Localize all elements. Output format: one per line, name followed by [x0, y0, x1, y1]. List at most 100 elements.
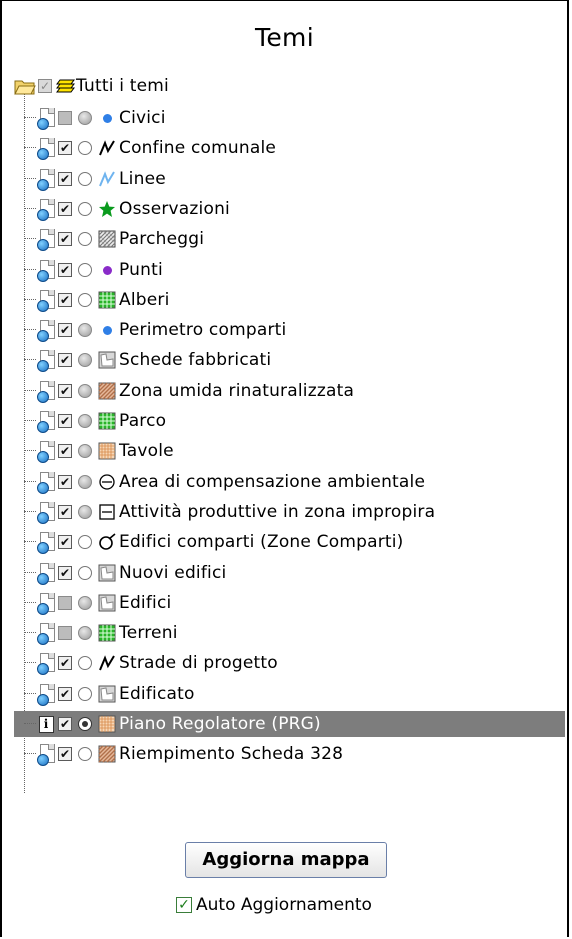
- layer-visibility-checkbox[interactable]: ✔: [58, 202, 72, 216]
- refresh-map-button[interactable]: Aggiorna mappa: [185, 842, 387, 878]
- layer-visibility-checkbox[interactable]: [58, 111, 72, 125]
- root-label[interactable]: Tutti i temi: [76, 76, 169, 96]
- folder-open-icon[interactable]: [14, 77, 36, 95]
- layer-visibility-checkbox[interactable]: ✔: [58, 566, 72, 580]
- doc-globe-icon[interactable]: [36, 137, 56, 160]
- active-layer-radio[interactable]: [78, 293, 92, 307]
- active-layer-radio[interactable]: [78, 656, 92, 670]
- layer-visibility-checkbox[interactable]: ✔: [58, 263, 72, 277]
- layer-visibility-checkbox[interactable]: ✔: [58, 232, 72, 246]
- layer-label[interactable]: Attività produttive in zona impropira: [119, 502, 435, 522]
- layer-visibility-checkbox[interactable]: ✔: [58, 505, 72, 519]
- layer-visibility-checkbox[interactable]: ✔: [58, 656, 72, 670]
- layer-row[interactable]: ✔ Punti: [14, 257, 567, 283]
- layer-label[interactable]: Edificato: [119, 684, 195, 704]
- layer-row[interactable]: ✔ Tavole: [14, 438, 567, 464]
- layer-row-selected[interactable]: i ✔ Piano Regolatore (PRG): [14, 711, 565, 737]
- layer-label[interactable]: Parco: [119, 411, 166, 431]
- doc-globe-icon[interactable]: [36, 471, 56, 494]
- doc-globe-icon[interactable]: [36, 289, 56, 312]
- layer-label[interactable]: Edifici: [119, 593, 171, 613]
- active-layer-radio[interactable]: [78, 626, 92, 640]
- layer-visibility-checkbox[interactable]: ✔: [58, 414, 72, 428]
- layer-visibility-checkbox[interactable]: ✔: [58, 444, 72, 458]
- layer-label[interactable]: Parcheggi: [119, 229, 204, 249]
- layer-label[interactable]: Schede fabbricati: [119, 350, 271, 370]
- layer-row[interactable]: ✔ Alberi: [14, 287, 567, 313]
- layer-row[interactable]: ✔ Edifici comparti (Zone Comparti): [14, 529, 567, 555]
- layer-row[interactable]: ✔ Attività produttive in zona impropira: [14, 499, 567, 525]
- layer-visibility-checkbox[interactable]: [58, 626, 72, 640]
- layer-row[interactable]: ✔ Area di compensazione ambientale: [14, 469, 567, 495]
- doc-globe-icon[interactable]: [36, 410, 56, 433]
- doc-globe-icon[interactable]: [36, 259, 56, 282]
- active-layer-radio[interactable]: [78, 596, 92, 610]
- layer-visibility-checkbox[interactable]: ✔: [58, 535, 72, 549]
- doc-globe-icon[interactable]: [36, 198, 56, 221]
- active-layer-radio[interactable]: [78, 747, 92, 761]
- active-layer-radio[interactable]: [78, 505, 92, 519]
- active-layer-radio[interactable]: [78, 535, 92, 549]
- layer-row[interactable]: ✔ Parcheggi: [14, 226, 567, 252]
- layer-row[interactable]: ✔ Osservazioni: [14, 196, 567, 222]
- layer-row[interactable]: Terreni: [14, 620, 567, 646]
- doc-globe-icon[interactable]: [36, 652, 56, 675]
- layer-label[interactable]: Piano Regolatore (PRG): [119, 714, 321, 734]
- tree-root-row[interactable]: ✓ Tutti i temi: [14, 74, 169, 98]
- auto-refresh-option[interactable]: ✓ Auto Aggiornamento: [176, 895, 372, 915]
- doc-globe-icon[interactable]: [36, 592, 56, 615]
- layer-label[interactable]: Area di compensazione ambientale: [119, 472, 425, 492]
- layer-row[interactable]: ✔ Linee: [14, 166, 567, 192]
- layer-label[interactable]: Civici: [119, 108, 166, 128]
- layer-row[interactable]: ✔ Strade di progetto: [14, 650, 567, 676]
- doc-globe-icon[interactable]: [36, 622, 56, 645]
- active-layer-radio[interactable]: [78, 717, 92, 731]
- layer-visibility-checkbox[interactable]: ✔: [58, 172, 72, 186]
- layer-label[interactable]: Perimetro comparti: [119, 320, 286, 340]
- layer-visibility-checkbox[interactable]: ✔: [58, 323, 72, 337]
- doc-globe-icon[interactable]: [36, 440, 56, 463]
- layer-row[interactable]: ✔ Nuovi edifici: [14, 560, 567, 586]
- active-layer-radio[interactable]: [78, 202, 92, 216]
- active-layer-radio[interactable]: [78, 263, 92, 277]
- active-layer-radio[interactable]: [78, 232, 92, 246]
- layer-label[interactable]: Terreni: [119, 623, 178, 643]
- layer-row[interactable]: ✔ Confine comunale: [14, 135, 567, 161]
- layer-label[interactable]: Osservazioni: [119, 199, 230, 219]
- layer-label[interactable]: Edifici comparti (Zone Comparti): [119, 532, 404, 552]
- layer-row[interactable]: ✔ Edificato: [14, 681, 567, 707]
- doc-globe-icon[interactable]: [36, 683, 56, 706]
- doc-globe-icon[interactable]: [36, 531, 56, 554]
- layer-row[interactable]: ✔ Riempimento Scheda 328: [14, 741, 567, 767]
- doc-globe-icon[interactable]: [36, 228, 56, 251]
- active-layer-radio[interactable]: [78, 414, 92, 428]
- active-layer-radio[interactable]: [78, 475, 92, 489]
- layer-label[interactable]: Linee: [119, 169, 166, 189]
- doc-globe-icon[interactable]: [36, 319, 56, 342]
- layer-label[interactable]: Tavole: [119, 441, 174, 461]
- info-icon[interactable]: i: [36, 713, 56, 735]
- active-layer-radio[interactable]: [78, 323, 92, 337]
- active-layer-radio[interactable]: [78, 566, 92, 580]
- layer-label[interactable]: Confine comunale: [119, 138, 276, 158]
- layer-row[interactable]: ✔ Perimetro comparti: [14, 317, 567, 343]
- active-layer-radio[interactable]: [78, 444, 92, 458]
- layer-visibility-checkbox[interactable]: ✔: [58, 384, 72, 398]
- layer-row[interactable]: Civici: [14, 105, 567, 131]
- layer-row[interactable]: ✔ Zona umida rinaturalizzata: [14, 378, 567, 404]
- active-layer-radio[interactable]: [78, 384, 92, 398]
- layer-row[interactable]: ✔ Schede fabbricati: [14, 347, 567, 373]
- doc-globe-icon[interactable]: [36, 168, 56, 191]
- layer-label[interactable]: Alberi: [119, 290, 170, 310]
- active-layer-radio[interactable]: [78, 353, 92, 367]
- active-layer-radio[interactable]: [78, 141, 92, 155]
- layer-visibility-checkbox[interactable]: ✔: [58, 141, 72, 155]
- doc-globe-icon[interactable]: [36, 349, 56, 372]
- layer-row[interactable]: Edifici: [14, 590, 567, 616]
- layer-label[interactable]: Riempimento Scheda 328: [119, 744, 343, 764]
- active-layer-radio[interactable]: [78, 172, 92, 186]
- doc-globe-icon[interactable]: [36, 743, 56, 766]
- layer-label[interactable]: Zona umida rinaturalizzata: [119, 381, 354, 401]
- layer-label[interactable]: Strade di progetto: [119, 653, 278, 673]
- layer-visibility-checkbox[interactable]: ✔: [58, 747, 72, 761]
